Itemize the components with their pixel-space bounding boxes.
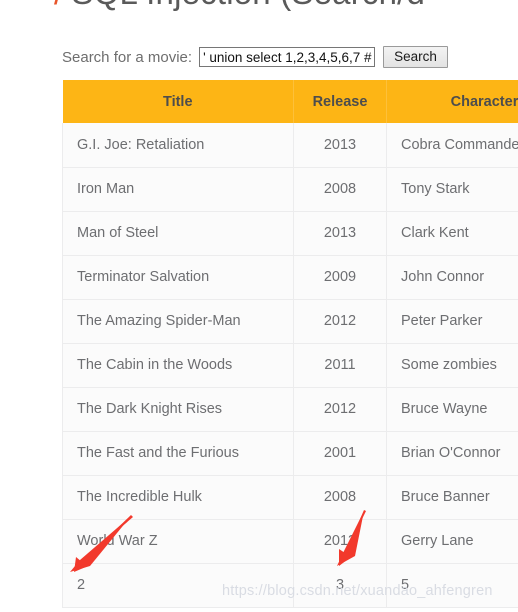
cell-character: Cobra Commander xyxy=(386,123,518,168)
cell-release: 2008 xyxy=(293,167,387,212)
table-row: The Fast and the Furious 2001 Brian O'Conn… xyxy=(62,431,518,476)
cell-title: Terminator Salvation xyxy=(62,255,294,300)
table-row: G.I. Joe: Retaliation 2013 Cobra Commander xyxy=(62,123,518,168)
search-label: Search for a movie: xyxy=(62,48,193,66)
cell-character: John Connor xyxy=(386,255,518,300)
table-header: Title Release Character xyxy=(62,80,518,123)
table-row: The Amazing Spider-Man 2012 Peter Parker xyxy=(62,299,518,344)
page-title-text: SQL Injection (Search/d xyxy=(71,0,425,11)
cell-release: 2011 xyxy=(293,343,387,388)
cell-title: The Fast and the Furious xyxy=(62,431,294,476)
cell-release: 2013 xyxy=(293,211,387,256)
cell-release: 2013 xyxy=(293,519,387,564)
cell-title: G.I. Joe: Retaliation xyxy=(62,123,294,168)
cell-title: Iron Man xyxy=(62,167,294,212)
watermark: https://blog.csdn.net/xuandao_ahfengren xyxy=(222,583,493,599)
cell-character: Bruce Wayne xyxy=(386,387,518,432)
cell-release: 2012 xyxy=(293,299,387,344)
cell-title: World War Z xyxy=(62,519,294,564)
cell-character: Gerry Lane xyxy=(386,519,518,564)
cell-title: Man of Steel xyxy=(62,211,294,256)
cell-character: Tony Stark xyxy=(386,167,518,212)
table-header-row: Title Release Character xyxy=(62,80,518,123)
table-row: Man of Steel 2013 Clark Kent xyxy=(62,211,518,256)
column-header-title[interactable]: Title xyxy=(62,80,294,123)
table-row: World War Z 2013 Gerry Lane xyxy=(62,519,518,564)
cell-release: 2012 xyxy=(293,387,387,432)
search-input[interactable]: ' union select 1,2,3,4,5,6,7 # xyxy=(199,47,376,67)
cell-release: 2009 xyxy=(293,255,387,300)
cell-character: Clark Kent xyxy=(386,211,518,256)
table-row: Terminator Salvation 2009 John Connor xyxy=(62,255,518,300)
results-table-container: Title Release Character G.I. Joe: Retali… xyxy=(62,80,518,608)
column-header-character[interactable]: Character xyxy=(386,80,518,123)
cell-release: 2008 xyxy=(293,475,387,520)
table-row: The Dark Knight Rises 2012 Bruce Wayne xyxy=(62,387,518,432)
cell-title: The Cabin in the Woods xyxy=(62,343,294,388)
page-title: / SQL Injection (Search/d xyxy=(0,0,518,14)
column-header-release[interactable]: Release xyxy=(293,80,387,123)
search-button[interactable]: Search xyxy=(383,46,448,68)
cell-character: Bruce Banner xyxy=(386,475,518,520)
results-table: Title Release Character G.I. Joe: Retali… xyxy=(62,80,518,608)
cell-release: 2013 xyxy=(293,123,387,168)
cell-character: Brian O'Connor xyxy=(386,431,518,476)
cell-title: The Dark Knight Rises xyxy=(62,387,294,432)
table-row: The Cabin in the Woods 2011 Some zombies xyxy=(62,343,518,388)
cell-release: 2001 xyxy=(293,431,387,476)
search-form: Search for a movie: ' union select 1,2,3… xyxy=(62,44,448,70)
cell-title: The Amazing Spider-Man xyxy=(62,299,294,344)
table-row: The Incredible Hulk 2008 Bruce Banner xyxy=(62,475,518,520)
table-row: Iron Man 2008 Tony Stark xyxy=(62,167,518,212)
table-body: G.I. Joe: Retaliation 2013 Cobra Commander… xyxy=(62,123,518,608)
search-input-value: ' union select 1,2,3,4,5,6,7 # xyxy=(203,49,372,65)
cell-character: Peter Parker xyxy=(386,299,518,344)
cell-character: Some zombies xyxy=(386,343,518,388)
page-title-slash: / xyxy=(54,0,63,11)
cell-title: The Incredible Hulk xyxy=(62,475,294,520)
